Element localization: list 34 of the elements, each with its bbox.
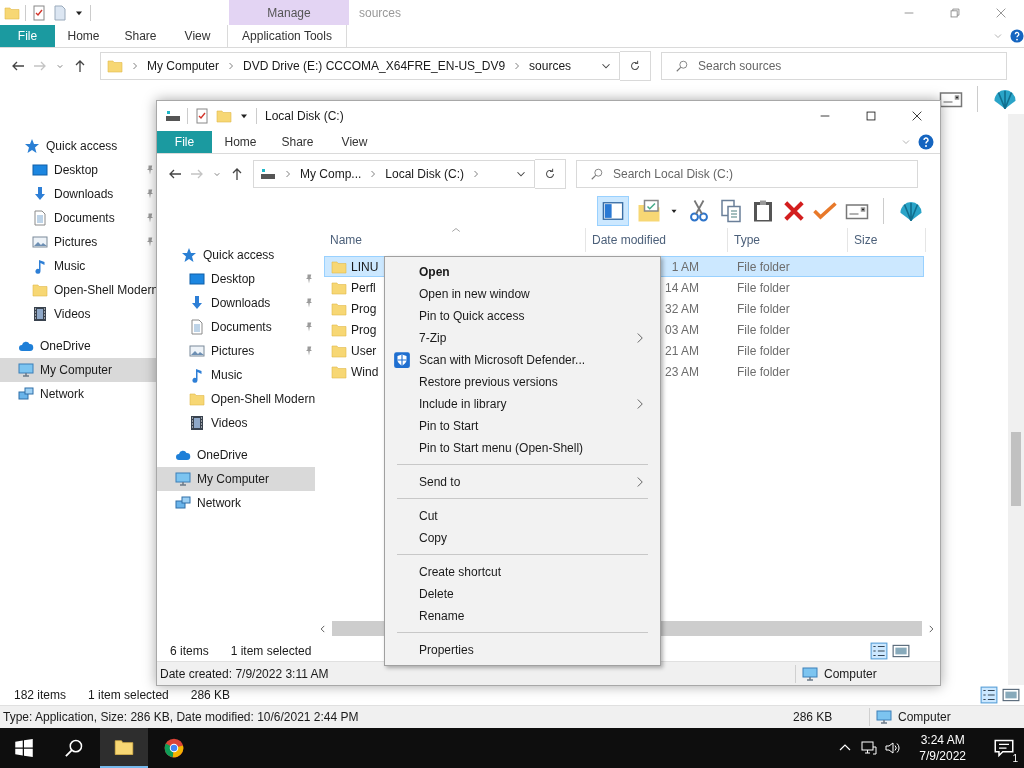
date-cell: 03 AM bbox=[664, 322, 699, 337]
type-cell: File folder bbox=[737, 280, 790, 295]
file-size: 286 KB bbox=[793, 710, 834, 724]
details-text: Type: Application, Size: 286 KB, Date modified: 10/6/2021 2:44 PM bbox=[3, 710, 359, 724]
file-name: Prog bbox=[351, 322, 377, 337]
file-name: LINU bbox=[351, 259, 379, 274]
clock-date: 7/9/2022 bbox=[919, 748, 966, 764]
date-cell: 23 AM bbox=[664, 364, 699, 379]
file-name: Wind bbox=[351, 364, 379, 379]
type-cell: File folder bbox=[737, 322, 790, 337]
tab-group-label: Manage bbox=[229, 0, 349, 25]
file-name: User bbox=[351, 343, 377, 358]
location-label: Computer bbox=[898, 710, 952, 724]
window-title: Local Disk (C:) bbox=[264, 108, 344, 125]
item-count: 6 items bbox=[170, 644, 209, 658]
type-cell: File folder bbox=[737, 364, 790, 379]
details-text: Date created: 7/9/2022 3:11 AM bbox=[160, 666, 329, 681]
file-name: Perfl bbox=[351, 280, 376, 295]
window-title: sources bbox=[358, 4, 402, 22]
date-cell: 32 AM bbox=[664, 301, 699, 316]
date-cell: 21 AM bbox=[664, 343, 699, 358]
date-cell: 1 AM bbox=[671, 259, 699, 274]
selection-count: 1 item selected bbox=[88, 688, 169, 702]
type-cell: File folder bbox=[737, 301, 790, 316]
notification-count: 1 bbox=[1010, 753, 1020, 764]
type-cell: File folder bbox=[737, 259, 790, 274]
date-cell: 14 AM bbox=[664, 280, 699, 295]
selection-count: 1 item selected bbox=[230, 644, 312, 658]
item-count: 182 items bbox=[14, 688, 67, 702]
type-cell: File folder bbox=[737, 343, 790, 358]
clock-time: 3:24 AM bbox=[920, 732, 965, 748]
file-name: Prog bbox=[351, 301, 377, 316]
selection-size: 286 KB bbox=[190, 688, 231, 702]
location-label: Computer bbox=[824, 666, 878, 681]
